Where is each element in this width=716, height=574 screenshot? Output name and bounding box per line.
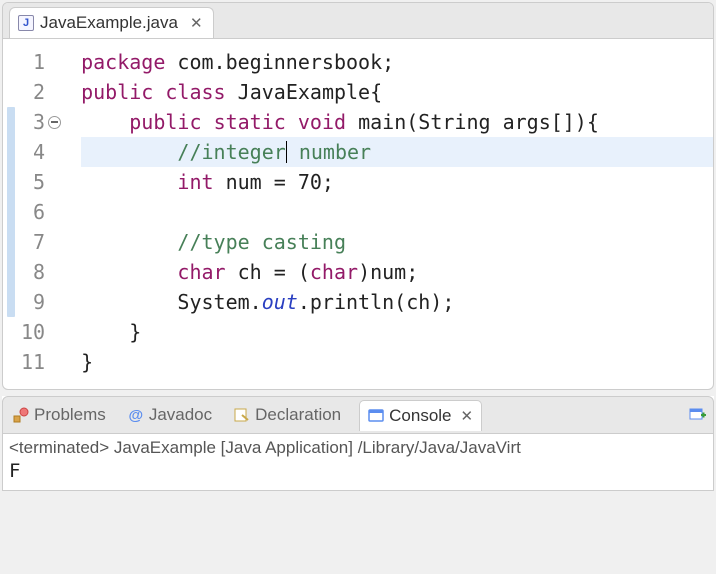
bottom-panel: Problems @ Javadoc Declaration Console ✕… bbox=[2, 396, 714, 491]
code-line[interactable]: char ch = (char)num; bbox=[81, 257, 713, 287]
code-line[interactable]: } bbox=[81, 317, 713, 347]
code-line[interactable]: //type casting bbox=[81, 227, 713, 257]
open-console-button[interactable] bbox=[689, 407, 707, 423]
line-number: 6 bbox=[21, 197, 47, 227]
tab-label: Problems bbox=[34, 405, 106, 425]
tab-declaration[interactable]: Declaration bbox=[230, 402, 345, 428]
console-icon bbox=[368, 408, 384, 424]
code-area[interactable]: 1234567891011 package com.beginnersbook;… bbox=[3, 39, 713, 389]
tab-javadoc[interactable]: @ Javadoc bbox=[124, 402, 216, 428]
problems-icon bbox=[13, 407, 29, 423]
tab-console[interactable]: Console ✕ bbox=[359, 400, 482, 431]
tab-label: Declaration bbox=[255, 405, 341, 425]
code-line[interactable]: public static void main(String args[]){ bbox=[81, 107, 713, 137]
fold-column bbox=[57, 47, 75, 377]
line-number: 3 bbox=[21, 107, 47, 137]
close-icon[interactable]: ✕ bbox=[461, 407, 474, 425]
code-text[interactable]: package com.beginnersbook;public class J… bbox=[75, 47, 713, 377]
code-line[interactable]: } bbox=[81, 347, 713, 377]
line-number: 4 bbox=[21, 137, 47, 167]
code-line[interactable]: int num = 70; bbox=[81, 167, 713, 197]
code-line[interactable]: public class JavaExample{ bbox=[81, 77, 713, 107]
line-number: 9 bbox=[21, 287, 47, 317]
java-file-icon: J bbox=[18, 15, 34, 31]
console-output: F bbox=[9, 460, 707, 482]
editor-tab[interactable]: J JavaExample.java ✕ bbox=[9, 7, 214, 38]
console-launch-header: <terminated> JavaExample [Java Applicati… bbox=[9, 438, 707, 458]
code-line[interactable] bbox=[81, 197, 713, 227]
views-tab-bar: Problems @ Javadoc Declaration Console ✕ bbox=[2, 396, 714, 434]
line-number: 1 bbox=[21, 47, 47, 77]
change-ruler bbox=[3, 47, 21, 377]
line-number: 7 bbox=[21, 227, 47, 257]
line-number: 8 bbox=[21, 257, 47, 287]
tab-label: Javadoc bbox=[149, 405, 212, 425]
code-line[interactable]: System.out.println(ch); bbox=[81, 287, 713, 317]
tab-label: Console bbox=[389, 406, 451, 426]
line-number-gutter: 1234567891011 bbox=[21, 47, 57, 377]
code-line[interactable]: //integer number bbox=[81, 137, 713, 167]
tab-problems[interactable]: Problems bbox=[9, 402, 110, 428]
line-number: 5 bbox=[21, 167, 47, 197]
editor-pane: J JavaExample.java ✕ 1234567891011 packa… bbox=[2, 2, 714, 390]
code-line[interactable]: package com.beginnersbook; bbox=[81, 47, 713, 77]
editor-tab-bar: J JavaExample.java ✕ bbox=[3, 3, 713, 39]
fold-toggle-icon[interactable] bbox=[48, 116, 61, 129]
console-body: <terminated> JavaExample [Java Applicati… bbox=[2, 434, 714, 491]
line-number: 2 bbox=[21, 77, 47, 107]
line-number: 11 bbox=[21, 347, 47, 377]
close-icon[interactable]: ✕ bbox=[190, 14, 203, 32]
javadoc-icon: @ bbox=[128, 407, 144, 423]
declaration-icon bbox=[234, 407, 250, 423]
line-number: 10 bbox=[21, 317, 47, 347]
tab-filename: JavaExample.java bbox=[40, 13, 178, 33]
